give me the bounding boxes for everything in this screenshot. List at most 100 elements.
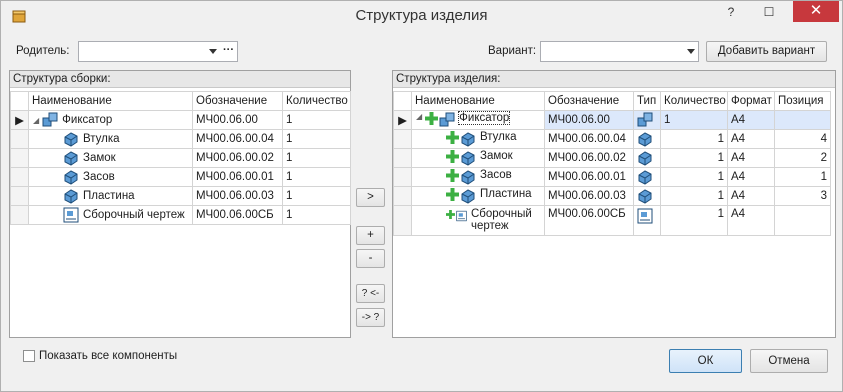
cell-name: Замок — [480, 150, 513, 162]
cell-name: Пластина — [83, 190, 135, 203]
cell-name: Засов — [83, 171, 115, 184]
part-icon — [638, 151, 652, 166]
panel-title: Структура изделия: — [393, 71, 835, 88]
cell-name: Сборочный чертеж — [83, 209, 185, 222]
cell-code: МЧ00.06.00.02 — [544, 148, 634, 168]
table-row[interactable]: Сборочный чертеж МЧ00.06.00СБ 1 А4 — [393, 205, 831, 236]
table-row[interactable]: Втулка МЧ00.06.00.04 1 А4 4 — [393, 129, 831, 149]
column-header[interactable]: Количество — [282, 91, 351, 111]
cell-position — [774, 205, 831, 236]
column-header[interactable]: Обозначение — [192, 91, 283, 111]
column-header[interactable]: Наименование — [411, 91, 545, 111]
column-header[interactable]: Наименование — [28, 91, 193, 111]
product-structure-panel: Структура изделия: Наименование Обозначен… — [392, 70, 836, 338]
table-row[interactable]: ▶ ◢ Фиксатор МЧ00.06.00 1 — [10, 110, 351, 130]
cell-qty: 1 — [660, 186, 728, 206]
plus-icon — [446, 188, 459, 201]
column-header[interactable]: Количество — [660, 91, 728, 111]
cell-code: МЧ00.06.00СБ — [544, 205, 634, 236]
table-row[interactable]: Пластина МЧ00.06.00.03 1 — [10, 186, 351, 206]
drawing-icon — [63, 207, 79, 223]
variant-combobox[interactable] — [540, 41, 699, 62]
plus-icon — [446, 150, 459, 163]
column-header[interactable]: Позиция — [774, 91, 831, 111]
column-header[interactable]: Обозначение — [544, 91, 634, 111]
part-icon — [64, 189, 78, 204]
show-all-label: Показать все компоненты — [39, 350, 178, 362]
cell-code: МЧ00.06.00 — [192, 110, 283, 130]
query-right-button[interactable]: -> ? — [356, 308, 385, 327]
cell-name: Замок — [83, 152, 116, 165]
plus-icon — [425, 112, 439, 125]
cancel-button[interactable]: Отмена — [750, 349, 828, 373]
table-row[interactable]: Сборочный чертеж МЧ00.06.00СБ 1 — [10, 205, 351, 225]
cell-type — [633, 186, 661, 206]
cell-code: МЧ00.06.00.04 — [192, 129, 283, 149]
cell-code: МЧ00.06.00.01 — [192, 167, 283, 187]
cell-format: А4 — [727, 129, 775, 149]
ok-button[interactable]: ОК — [669, 349, 742, 373]
parent-combobox[interactable]: ··· — [78, 41, 238, 62]
cell-name: Пластина — [480, 188, 532, 200]
column-header[interactable]: Формат — [727, 91, 775, 111]
assembly-table: Наименование Обозначение Количество ▶ ◢ Фик… — [10, 91, 351, 225]
cell-qty: 1 — [282, 110, 351, 130]
cell-name: Засов — [480, 169, 512, 181]
column-header[interactable]: Тип — [633, 91, 661, 111]
cell-code: МЧ00.06.00.02 — [192, 148, 283, 168]
add-button[interactable]: + — [356, 226, 385, 245]
cell-position: 1 — [774, 167, 831, 187]
expand-icon[interactable]: ◢ — [416, 112, 422, 121]
add-variant-button[interactable]: Добавить вариант — [706, 41, 827, 62]
cell-code: МЧ00.06.00СБ — [192, 205, 283, 225]
table-row[interactable]: Замок МЧ00.06.00.02 1 — [10, 148, 351, 168]
help-button[interactable]: ? — [718, 1, 744, 23]
table-row[interactable]: Пластина МЧ00.06.00.03 1 А4 3 — [393, 186, 831, 206]
cell-qty: 1 — [282, 167, 351, 187]
chevron-down-icon[interactable] — [687, 49, 695, 54]
part-icon — [64, 151, 78, 166]
cell-type — [633, 129, 661, 149]
close-button[interactable]: ✕ — [793, 1, 839, 22]
cell-type — [633, 205, 661, 236]
part-icon — [638, 132, 652, 147]
cell-qty: 1 — [660, 129, 728, 149]
row-pointer-icon: ▶ — [398, 115, 407, 127]
panel-title: Структура сборки: — [10, 71, 350, 88]
assembly-structure-panel: Структура сборки: Наименование Обозначени… — [9, 70, 351, 338]
cell-position: 2 — [774, 148, 831, 168]
drawing-icon — [637, 208, 653, 224]
maximize-button[interactable]: ☐ — [756, 1, 782, 23]
cell-format: А4 — [727, 205, 775, 236]
chevron-down-icon[interactable] — [209, 49, 217, 54]
cell-format: А4 — [727, 110, 775, 130]
cell-name: Фиксатор — [458, 111, 511, 125]
show-all-checkbox[interactable] — [23, 350, 35, 362]
assembly-icon — [439, 112, 455, 127]
table-row[interactable]: ▶ ◢ Фиксатор МЧ00.06.00 1 А4 — [393, 110, 831, 130]
product-table: Наименование Обозначение Тип Количество Форм… — [393, 91, 831, 236]
cell-code: МЧ00.06.00.04 — [544, 129, 634, 149]
part-icon — [64, 132, 78, 147]
table-row[interactable]: Втулка МЧ00.06.00.04 1 — [10, 129, 351, 149]
expand-icon[interactable]: ◢ — [33, 116, 39, 125]
table-row[interactable]: Засов МЧ00.06.00.01 1 А4 1 — [393, 167, 831, 187]
table-row[interactable]: Замок МЧ00.06.00.02 1 А4 2 — [393, 148, 831, 168]
cell-name: Фиксатор — [62, 114, 113, 127]
title-bar: Структура изделия ? ☐ ✕ — [1, 1, 842, 31]
query-left-button[interactable]: ? <- — [356, 284, 385, 303]
table-row[interactable]: Засов МЧ00.06.00.01 1 — [10, 167, 351, 187]
move-right-button[interactable]: > — [356, 188, 385, 207]
part-icon — [461, 170, 475, 185]
cell-format: А4 — [727, 148, 775, 168]
cell-code: МЧ00.06.00.03 — [192, 186, 283, 206]
parent-label: Родитель: — [16, 45, 70, 57]
remove-button[interactable]: - — [356, 249, 385, 268]
row-pointer-icon: ▶ — [15, 115, 24, 127]
cell-qty: 1 — [282, 148, 351, 168]
ellipsis-button[interactable]: ··· — [223, 44, 234, 56]
cell-format: А4 — [727, 167, 775, 187]
cell-qty: 1 — [282, 205, 351, 225]
part-icon — [64, 170, 78, 185]
dialog-window: Структура изделия ? ☐ ✕ Родитель: ··· Ва… — [0, 0, 843, 392]
